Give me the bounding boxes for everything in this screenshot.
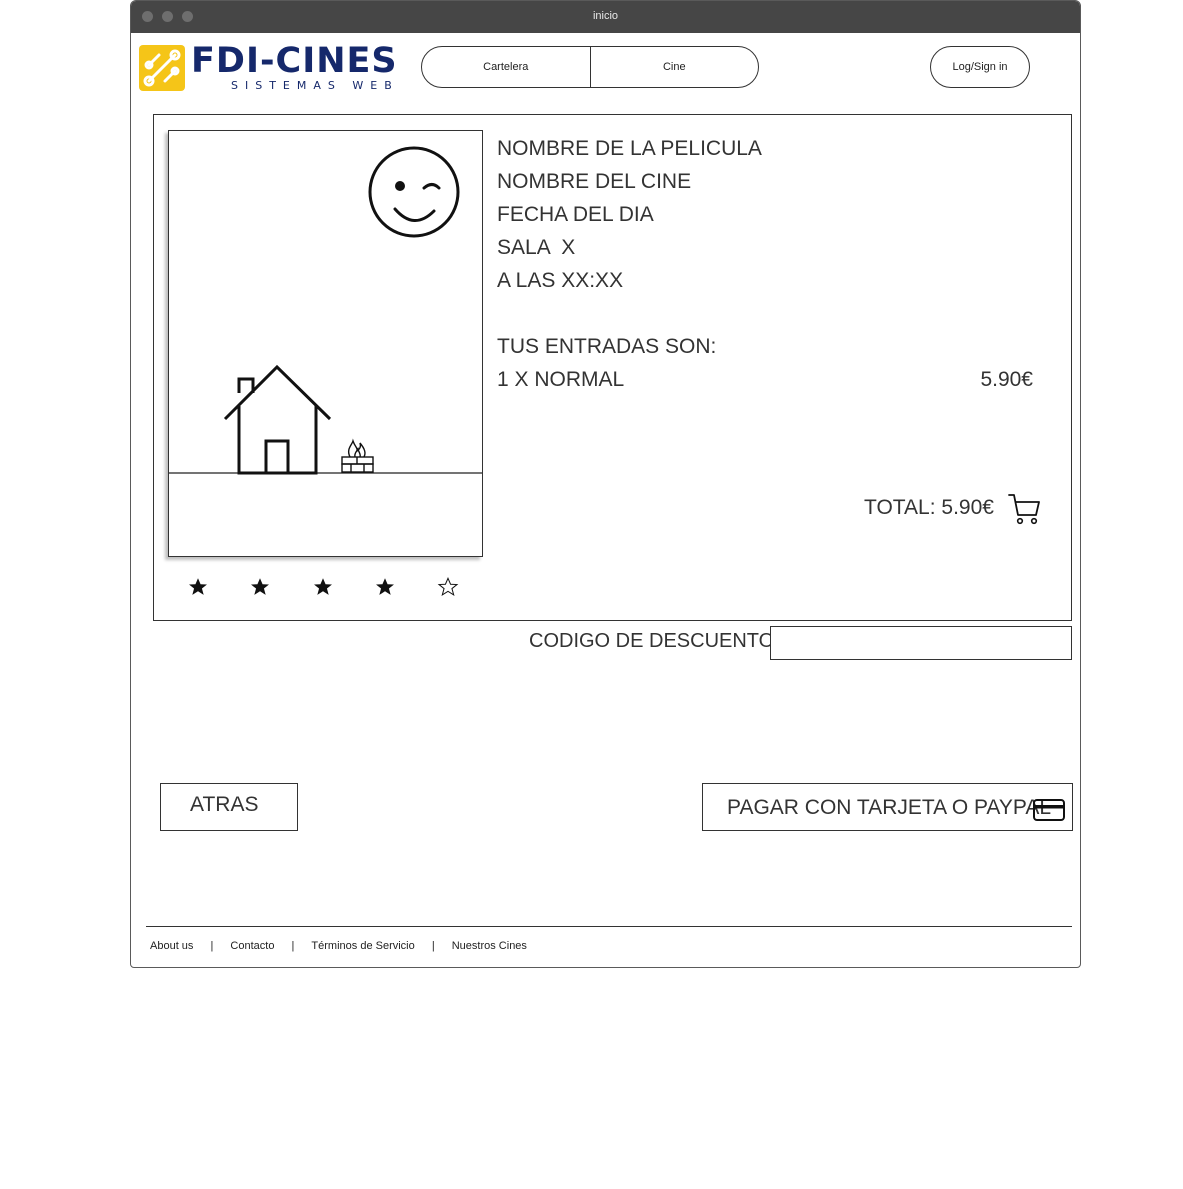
title-bar: inicio [131,1,1080,33]
tickets-title: TUS ENTRADAS SON: [497,335,717,358]
pay-button[interactable]: PAGAR CON TARJETA O PAYPAL [702,783,1073,831]
cinema-name: NOMBRE DEL CINE [497,170,692,193]
wink-face-icon [368,146,460,238]
movie-name: NOMBRE DE LA PELICULA [497,137,762,160]
ticket-row: 1 X NORMAL 5.90€ [497,363,1033,396]
campfire-icon [341,438,374,473]
footer-link-terminos[interactable]: Términos de Servicio [311,940,414,952]
discount-code-input[interactable] [770,626,1072,660]
logo-tagline: SISTEMAS WEB [231,79,399,92]
footer-link-cines[interactable]: Nuestros Cines [452,940,527,952]
ticket-label: 1 X NORMAL [497,368,625,391]
back-button[interactable]: ATRAS [160,783,298,831]
rating-stars [187,576,477,600]
star-filled-icon[interactable] [312,576,334,598]
purchase-summary-panel: NOMBRE DE LA PELICULA NOMBRE DEL CINE FE… [153,114,1072,621]
window-title: inicio [592,10,619,22]
circuit-logo-icon [139,45,185,91]
star-filled-icon[interactable] [249,576,271,598]
nav-tab-cartelera[interactable]: Cartelera [422,47,590,87]
footer-divider [146,926,1072,927]
footer-separator: | [210,940,214,952]
shopping-cart-icon[interactable] [1007,491,1043,527]
footer-links: About us | Contacto | Términos de Servic… [150,940,527,952]
footer-link-contacto[interactable]: Contacto [230,940,274,952]
footer-separator: | [431,940,435,952]
house-icon [223,364,332,475]
star-empty-icon[interactable] [437,576,459,598]
star-filled-icon[interactable] [187,576,209,598]
room-number: SALA X [497,236,576,259]
footer-separator: | [291,940,295,952]
order-total: TOTAL: 5.90€ [864,496,994,519]
ticket-price: 5.90€ [980,368,1033,391]
nav-tab-cine[interactable]: Cine [589,47,759,87]
order-details: NOMBRE DE LA PELICULA NOMBRE DEL CINE FE… [497,132,1057,396]
star-filled-icon[interactable] [374,576,396,598]
discount-code-label: CODIGO DE DESCUENTO : [529,630,786,652]
session-time: A LAS XX:XX [497,269,624,292]
session-date: FECHA DEL DIA [497,203,654,226]
pay-button-label: PAGAR CON TARJETA O PAYPAL [727,796,1052,819]
poster-illustration [169,146,482,475]
footer-link-about[interactable]: About us [150,940,193,952]
login-signin-button[interactable]: Log/Sign in [930,46,1030,88]
movie-poster-placeholder [168,130,483,557]
browser-window: inicio FDI-CINES SISTEMAS WEB Cartelera … [130,0,1081,968]
site-logo[interactable]: FDI-CINES SISTEMAS WEB [139,41,399,93]
credit-card-icon [1033,799,1065,821]
logo-brand-text: FDI-CINES [191,41,398,81]
main-nav: Cartelera Cine [421,46,759,88]
